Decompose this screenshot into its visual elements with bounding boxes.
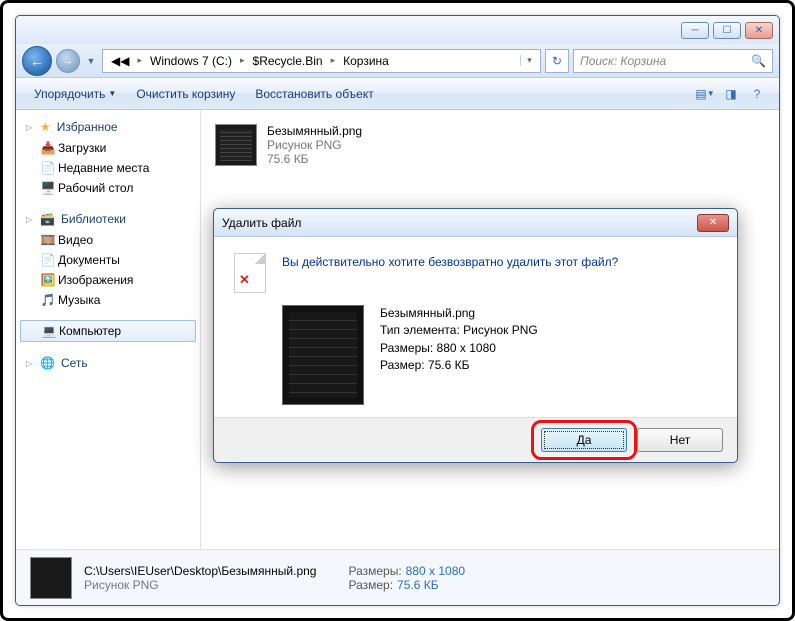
address-dropdown[interactable]: ▾ [520,55,538,66]
titlebar: ─ ☐ ✕ [16,16,779,44]
dialog-title: Удалить файл [222,216,301,230]
downloads-icon: 📥 [40,141,56,155]
organize-button[interactable]: Упорядочить ▼ [26,83,124,105]
sidebar-item-computer[interactable]: 💻Компьютер [20,320,196,342]
sidebar-item-pictures[interactable]: 🖼️Изображения [16,270,200,290]
file-thumbnail [215,124,257,166]
dialog-close-button[interactable]: ✕ [697,214,729,232]
desktop-icon: 🖥️ [40,181,56,195]
no-button[interactable]: Нет [637,428,723,452]
refresh-button[interactable]: ↻ [545,49,569,73]
search-placeholder: Поиск: Корзина [580,54,666,68]
sidebar-item-videos[interactable]: 🎞️Видео [16,230,200,250]
sidebar-network-head[interactable]: 🌐Сеть [16,352,200,374]
breadcrumb-seg-1[interactable]: Windows 7 (C:) [144,54,238,68]
details-pane: C:\Users\IEUser\Desktop\Безымянный.png Р… [16,549,779,605]
sidebar-item-recent[interactable]: 📄Недавние места [16,158,200,178]
preview-pane-button[interactable]: ◨ [719,83,743,105]
dialog-question: Вы действительно хотите безвозвратно уда… [282,253,717,269]
file-item[interactable]: Безымянный.png Рисунок PNG 75.6 КБ [211,120,531,170]
delete-file-icon [234,253,266,293]
dialog-file-type: Тип элемента: Рисунок PNG [380,322,538,339]
dialog-file-size: Размер: 75.6 КБ [380,357,538,374]
dialog-file-dims: Размеры: 880 x 1080 [380,340,538,357]
minimize-button[interactable]: ─ [681,22,709,39]
breadcrumb-back[interactable]: ◀◀ [105,54,135,68]
sidebar-item-downloads[interactable]: 📥Загрузки [16,138,200,158]
navbar: ← → ▼ ◀◀ ▸ Windows 7 (C:) ▸ $Recycle.Bin… [16,44,779,78]
music-icon: 🎵 [40,293,56,307]
maximize-button[interactable]: ☐ [713,22,741,39]
file-type: Рисунок PNG [267,138,362,152]
details-path: C:\Users\IEUser\Desktop\Безымянный.png [84,564,316,578]
network-icon: 🌐 [40,356,55,370]
dialog-thumbnail [282,305,364,405]
breadcrumb-seg-3[interactable]: Корзина [337,54,395,68]
breadcrumb-seg-2[interactable]: $Recycle.Bin [247,54,329,68]
computer-icon: 💻 [41,324,57,338]
empty-recycle-button[interactable]: Очистить корзину [128,83,243,105]
sidebar-favorites-head[interactable]: ★Избранное [16,116,200,138]
dialog-file-name: Безымянный.png [380,305,538,322]
close-button[interactable]: ✕ [745,22,773,39]
sidebar: ★Избранное 📥Загрузки 📄Недавние места 🖥️Р… [16,110,201,549]
restore-button[interactable]: Восстановить объект [247,83,381,105]
nav-back-button[interactable]: ← [22,46,52,76]
details-type: Рисунок PNG [84,578,316,592]
sidebar-item-documents[interactable]: 📄Документы [16,250,200,270]
recent-icon: 📄 [40,161,56,175]
pictures-icon: 🖼️ [40,273,56,287]
nav-forward-button[interactable]: → [56,49,80,73]
sidebar-item-music[interactable]: 🎵Музыка [16,290,200,310]
dialog-titlebar[interactable]: Удалить файл ✕ [214,209,737,237]
delete-confirm-dialog: Удалить файл ✕ Вы действительно хотите б… [213,208,738,463]
details-thumbnail [30,557,72,599]
view-mode-button[interactable]: ▤ ▼ [693,83,717,105]
file-size: 75.6 КБ [267,152,362,166]
search-icon: 🔍 [751,54,766,68]
help-button[interactable]: ? [745,83,769,105]
toolbar: Упорядочить ▼ Очистить корзину Восстанов… [16,78,779,110]
search-box[interactable]: Поиск: Корзина 🔍 [573,49,773,73]
videos-icon: 🎞️ [40,233,56,247]
address-bar[interactable]: ◀◀ ▸ Windows 7 (C:) ▸ $Recycle.Bin ▸ Кор… [102,49,541,73]
yes-button[interactable]: Да [541,428,627,452]
file-name: Безымянный.png [267,124,362,138]
chevron-down-icon: ▼ [108,89,116,98]
nav-history-dropdown[interactable]: ▼ [84,56,98,66]
sidebar-item-desktop[interactable]: 🖥️Рабочий стол [16,178,200,198]
documents-icon: 📄 [40,253,56,267]
sidebar-libraries-head[interactable]: 🗃️Библиотеки [16,208,200,230]
